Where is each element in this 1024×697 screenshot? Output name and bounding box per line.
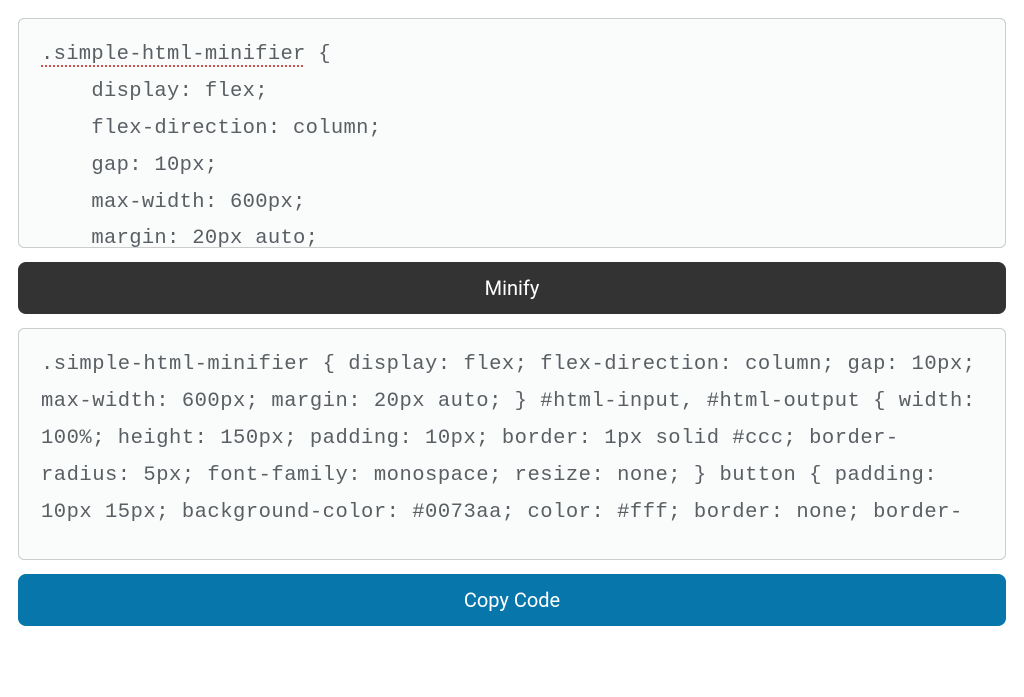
minify-button[interactable]: Minify: [18, 262, 1006, 314]
input-brace: {: [306, 43, 331, 66]
input-rest: display: flex; flex-direction: column; g…: [41, 80, 381, 248]
html-input[interactable]: .simple-html-minifier { display: flex; f…: [18, 18, 1006, 248]
minifier-container: .simple-html-minifier { display: flex; f…: [18, 18, 1006, 626]
output-text: .simple-html-minifier { display: flex; f…: [41, 353, 988, 524]
input-selector-text: .simple-html-minifier: [41, 43, 306, 66]
html-output[interactable]: .simple-html-minifier { display: flex; f…: [18, 328, 1006, 560]
copy-code-button[interactable]: Copy Code: [18, 574, 1006, 626]
